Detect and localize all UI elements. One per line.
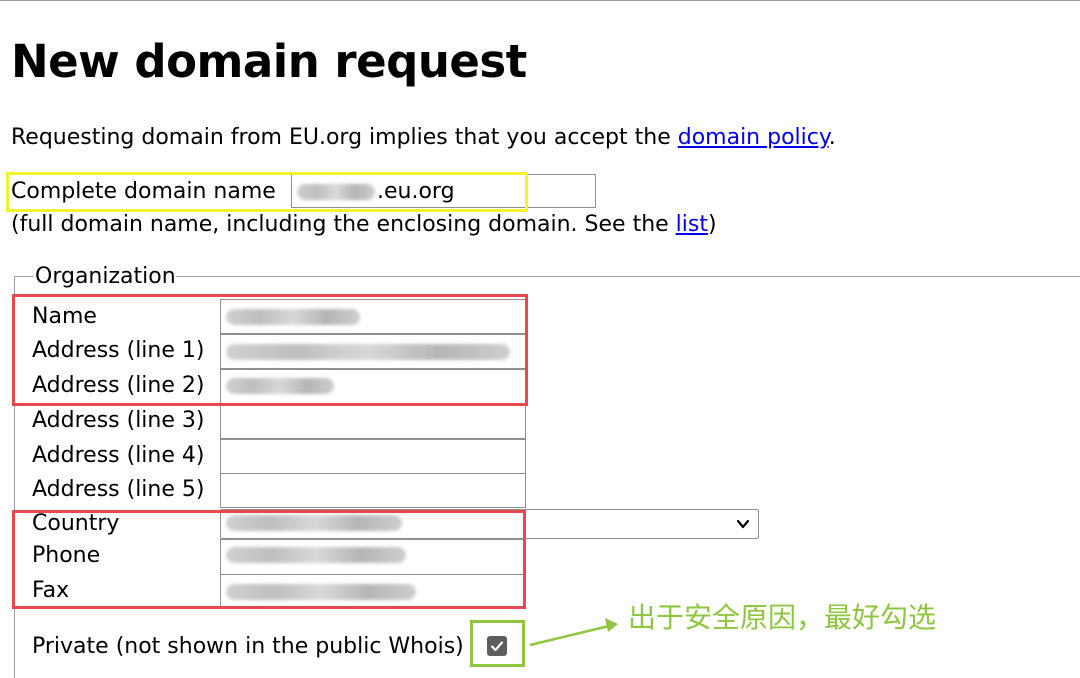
domain-hint: (full domain name, including the enclosi… (11, 210, 717, 240)
policy-notice-text: Requesting domain from EU.org implies th… (11, 125, 678, 150)
redacted-fax (226, 584, 416, 600)
chevron-down-icon (736, 519, 750, 529)
domain-hint-text: (full domain name, including the enclosi… (11, 212, 676, 237)
address-line5-label: Address (line 5) (32, 477, 205, 502)
organization-legend: Organization (35, 262, 176, 292)
fieldset-border-top-right (175, 276, 1080, 277)
address-line3-input[interactable] (220, 404, 526, 439)
address-line2-label: Address (line 2) (32, 373, 205, 398)
private-checkbox[interactable] (487, 636, 507, 656)
fieldset-border-top-left (14, 276, 33, 277)
phone-label: Phone (32, 543, 101, 568)
address-line3-label: Address (line 3) (32, 408, 205, 433)
security-annotation: 出于安全原因，最好勾选 (628, 601, 937, 634)
redacted-phone (226, 547, 406, 563)
redacted-country (226, 515, 402, 531)
domain-policy-link[interactable]: domain policy (678, 125, 829, 150)
domain-name-label: Complete domain name (11, 179, 276, 204)
annotation-arrow-icon (529, 618, 618, 647)
address-line4-label: Address (line 4) (32, 443, 205, 468)
policy-notice-end: . (828, 125, 836, 150)
fieldset-border-left (14, 276, 15, 678)
name-label: Name (32, 304, 97, 329)
domain-hint-end: ) (707, 212, 717, 237)
page-title: New domain request (11, 35, 527, 88)
redacted-name (226, 309, 360, 325)
fax-label: Fax (32, 578, 70, 603)
address-line1-label: Address (line 1) (32, 338, 205, 363)
country-label: Country (32, 511, 120, 536)
redacted-address-line1 (226, 344, 510, 360)
policy-notice: Requesting domain from EU.org implies th… (11, 123, 836, 153)
domain-name-suffix: .eu.org (377, 179, 455, 204)
address-line4-input[interactable] (220, 439, 526, 474)
address-line5-input[interactable] (220, 473, 526, 508)
redacted-domain-prefix (297, 184, 375, 200)
redacted-address-line2 (226, 378, 334, 394)
top-divider (0, 0, 1080, 1)
checkmark-icon (490, 641, 504, 652)
private-label: Private (not shown in the public Whois) (32, 634, 464, 659)
domain-list-link[interactable]: list (676, 212, 708, 237)
